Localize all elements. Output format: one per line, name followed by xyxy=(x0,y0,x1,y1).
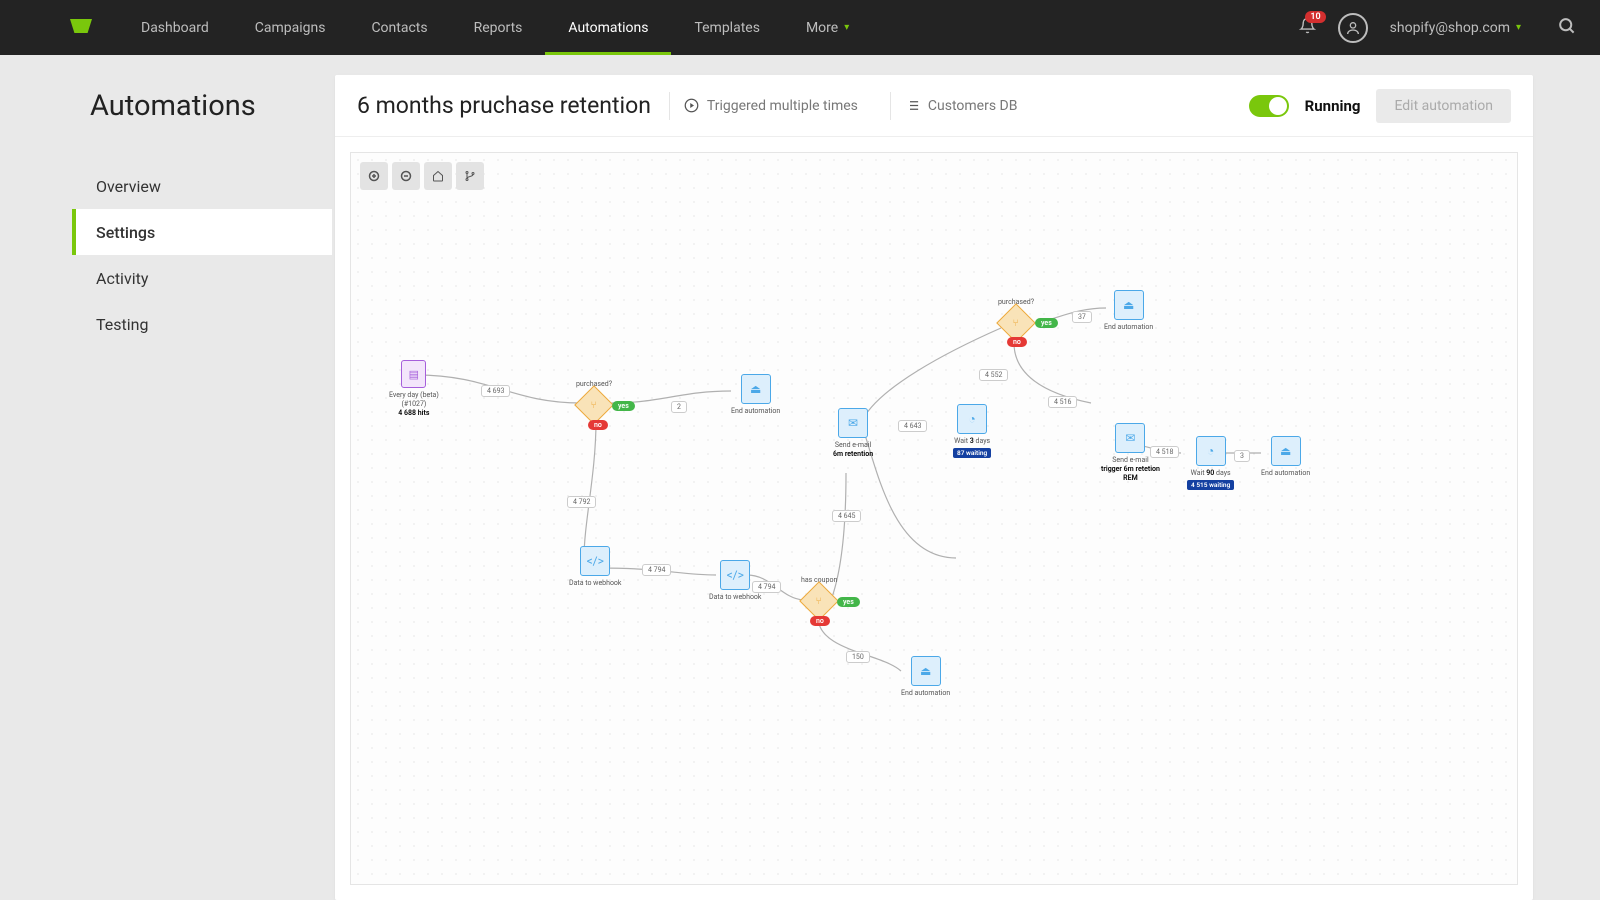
minus-icon xyxy=(400,170,412,182)
trigger-info[interactable]: Triggered multiple times xyxy=(669,92,872,120)
edge-count: 4 794 xyxy=(642,564,671,576)
branch-button[interactable] xyxy=(456,162,484,190)
condition-purchased-1[interactable]: purchased? ⑂ xyxy=(576,377,612,419)
webhook-node-1[interactable]: </> Data to webhook xyxy=(569,546,621,588)
wait-node-1[interactable]: ◔ Wait 3 days 87 waiting xyxy=(953,404,991,458)
nav-item-automations[interactable]: Automations xyxy=(545,0,671,55)
account-menu[interactable]: shopify@shop.com ▾ xyxy=(1390,20,1521,36)
condition-coupon[interactable]: has coupon ⑂ xyxy=(801,573,837,615)
notifications-badge: 10 xyxy=(1305,11,1325,23)
main-panel: 6 months pruchase retention Triggered mu… xyxy=(335,75,1533,900)
sidebar: Automations OverviewSettingsActivityTest… xyxy=(72,75,332,347)
list-info[interactable]: Customers DB xyxy=(890,92,1032,120)
eject-icon: ⏏ xyxy=(1114,290,1144,320)
condition-purchased-2[interactable]: purchased? ⑂ xyxy=(998,295,1034,337)
no-pill: no xyxy=(588,420,608,430)
logo-icon xyxy=(70,19,92,33)
eject-icon: ⏏ xyxy=(741,374,771,404)
end-node-1[interactable]: ⏏ End automation xyxy=(731,374,780,416)
mail-icon: ✉ xyxy=(1115,423,1145,453)
sidebar-item-settings[interactable]: Settings xyxy=(72,209,332,255)
email-node-1[interactable]: ✉ Send e-mail6m retention xyxy=(833,408,873,459)
sidebar-item-overview[interactable]: Overview xyxy=(72,163,332,209)
avatar[interactable] xyxy=(1338,13,1368,43)
edge-count: 4 645 xyxy=(832,510,861,522)
edge-count: 4 516 xyxy=(1048,396,1077,408)
yes-pill: yes xyxy=(612,401,635,411)
automation-canvas[interactable]: ▤ Every day (beta)(#1027)4 688 hits purc… xyxy=(351,153,1517,884)
clock-icon: ◔ xyxy=(957,404,987,434)
sidebar-item-testing[interactable]: Testing xyxy=(72,301,332,347)
yes-pill: yes xyxy=(1035,318,1058,328)
nav-item-reports[interactable]: Reports xyxy=(451,0,546,55)
home-icon xyxy=(432,170,444,182)
notifications-button[interactable]: 10 xyxy=(1299,17,1316,38)
nav-item-dashboard[interactable]: Dashboard xyxy=(118,0,232,55)
start-node[interactable]: ▤ Every day (beta)(#1027)4 688 hits xyxy=(389,360,439,417)
end-node-3[interactable]: ⏏ End automation xyxy=(1104,290,1153,332)
panel-header: 6 months pruchase retention Triggered mu… xyxy=(335,75,1533,137)
edge-count: 4 643 xyxy=(898,420,927,432)
chevron-down-icon: ▾ xyxy=(844,22,849,33)
eject-icon: ⏏ xyxy=(1271,436,1301,466)
waiting-badge: 87 waiting xyxy=(953,448,991,458)
search-icon xyxy=(1557,16,1576,35)
edit-automation-button[interactable]: Edit automation xyxy=(1376,89,1511,123)
nav-item-more[interactable]: More▾ xyxy=(783,0,872,55)
eject-icon: ⏏ xyxy=(911,656,941,686)
code-icon: </> xyxy=(720,560,750,590)
account-email: shopify@shop.com xyxy=(1390,20,1510,36)
edge-count: 4 794 xyxy=(752,581,781,593)
edge-count: 4 552 xyxy=(979,369,1008,381)
zoom-out-button[interactable] xyxy=(392,162,420,190)
edge-count: 3 xyxy=(1234,450,1250,462)
automation-title: 6 months pruchase retention xyxy=(357,92,651,119)
yes-pill: yes xyxy=(837,597,860,607)
edge-count: 4 792 xyxy=(567,496,596,508)
edge-count: 4 693 xyxy=(481,385,510,397)
end-node-4[interactable]: ⏏ End automation xyxy=(1261,436,1310,478)
no-pill: no xyxy=(1007,337,1027,347)
edge-count: 37 xyxy=(1072,311,1092,323)
branch-icon xyxy=(464,170,476,182)
sidebar-item-activity[interactable]: Activity xyxy=(72,255,332,301)
zoom-in-button[interactable] xyxy=(360,162,388,190)
nav-item-campaigns[interactable]: Campaigns xyxy=(232,0,349,55)
home-button[interactable] xyxy=(424,162,452,190)
calendar-icon: ▤ xyxy=(401,360,426,388)
nav-item-templates[interactable]: Templates xyxy=(671,0,783,55)
edge-count: 4 518 xyxy=(1150,446,1179,458)
canvas-wrap: ▤ Every day (beta)(#1027)4 688 hits purc… xyxy=(350,152,1518,885)
split-icon: ⑂ xyxy=(816,595,822,606)
end-node-2[interactable]: ⏏ End automation xyxy=(901,656,950,698)
canvas-toolbar xyxy=(360,162,484,190)
mail-icon: ✉ xyxy=(838,408,868,438)
user-icon xyxy=(1345,20,1361,36)
chevron-down-icon: ▾ xyxy=(1516,22,1521,33)
nav-item-contacts[interactable]: Contacts xyxy=(348,0,450,55)
no-pill: no xyxy=(810,616,830,626)
status-toggle[interactable] xyxy=(1249,95,1289,117)
edge-count: 2 xyxy=(671,401,687,413)
page-title: Automations xyxy=(90,89,332,123)
status-label: Running xyxy=(1305,97,1361,115)
edge-count: 150 xyxy=(846,651,870,663)
clock-icon: ◔ xyxy=(1196,436,1226,466)
waiting-badge: 4 515 waiting xyxy=(1187,480,1234,490)
split-icon: ⑂ xyxy=(1013,317,1019,328)
search-button[interactable] xyxy=(1557,16,1576,39)
wait-node-2[interactable]: ◔ Wait 90 days 4 515 waiting xyxy=(1187,436,1234,490)
plus-icon xyxy=(368,170,380,182)
play-icon xyxy=(684,98,699,113)
edges-layer xyxy=(351,153,1517,884)
top-nav: DashboardCampaignsContactsReportsAutomat… xyxy=(0,0,1600,55)
split-icon: ⑂ xyxy=(591,399,597,410)
list-icon xyxy=(905,98,920,113)
code-icon: </> xyxy=(580,546,610,576)
